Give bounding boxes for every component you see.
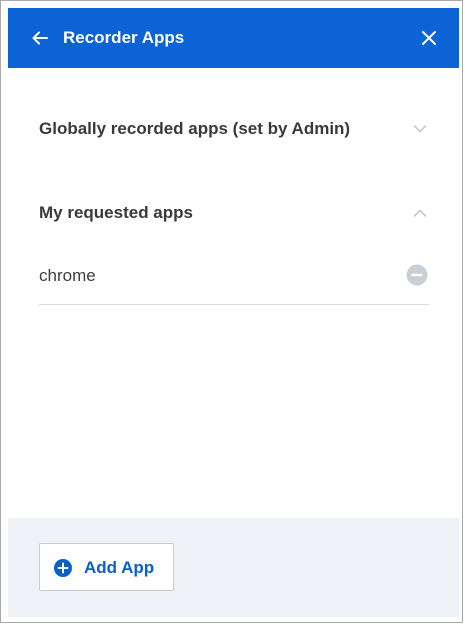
plus-circle-icon xyxy=(54,559,72,577)
section-title-global-apps: Globally recorded apps (set by Admin) xyxy=(39,119,351,138)
section-header-global-apps[interactable]: Globally recorded apps (set by Admin) xyxy=(39,114,429,144)
panel-header: Recorder Apps xyxy=(8,8,459,68)
list-item: chrome xyxy=(39,256,429,305)
remove-app-button[interactable] xyxy=(405,263,429,287)
back-button[interactable] xyxy=(28,26,52,50)
add-app-button[interactable]: Add App xyxy=(39,543,174,591)
add-app-label: Add App xyxy=(84,558,155,577)
section-header-my-apps[interactable]: My requested apps xyxy=(39,198,429,228)
panel-title: Recorder Apps xyxy=(63,28,185,47)
arrow-left-icon xyxy=(32,31,48,45)
chevron-up-icon xyxy=(411,204,429,222)
recorder-apps-panel: Recorder Apps Globally recorded apps (se… xyxy=(0,0,463,623)
section-title-my-apps: My requested apps xyxy=(39,203,193,222)
close-icon xyxy=(422,31,436,45)
panel-footer: Add App xyxy=(8,518,459,617)
app-name: chrome xyxy=(39,266,96,285)
close-button[interactable] xyxy=(417,26,441,50)
chevron-down-icon xyxy=(411,120,429,138)
remove-circle-icon xyxy=(406,264,428,286)
panel-content: Globally recorded apps (set by Admin) My… xyxy=(8,68,459,518)
